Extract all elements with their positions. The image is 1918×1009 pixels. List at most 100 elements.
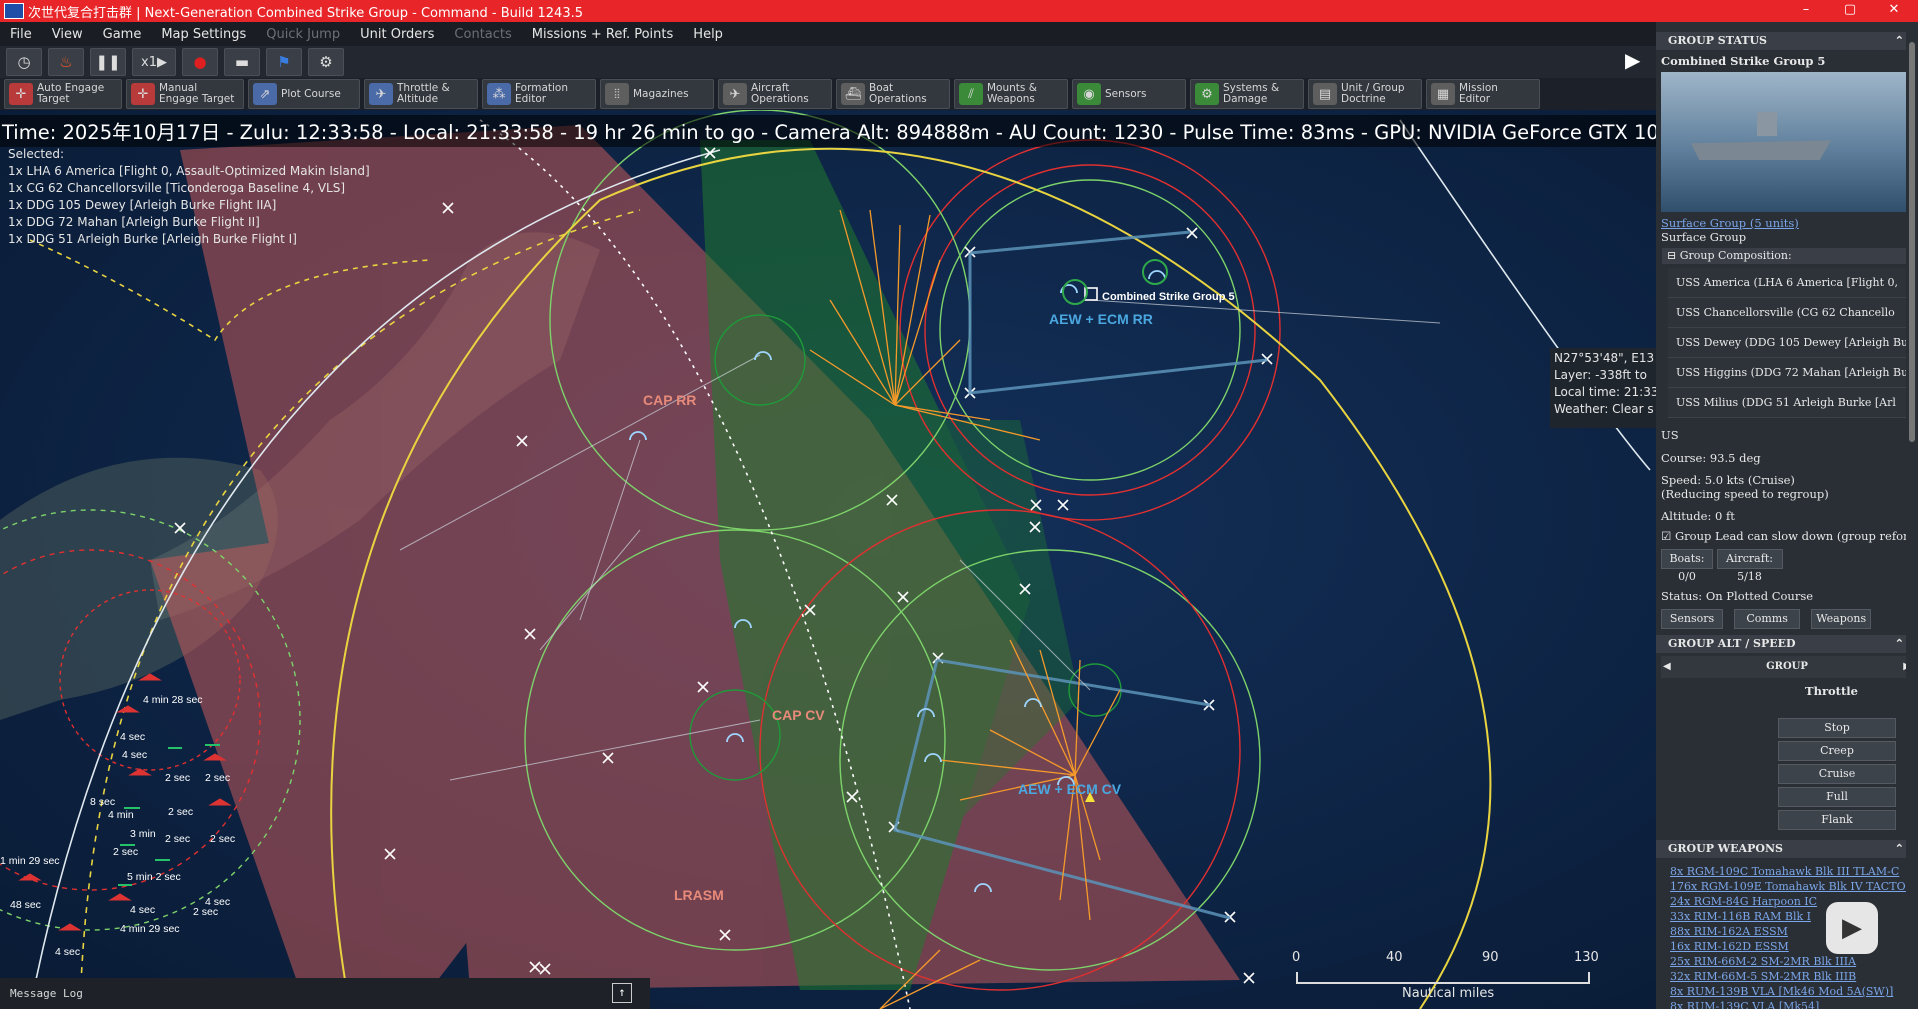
throttle-cruise-button[interactable]: Cruise bbox=[1778, 764, 1896, 784]
aircraft-count[interactable]: Aircraft: 5/18 bbox=[1716, 549, 1783, 583]
magazines-button[interactable]: ⦙⦙ Magazines bbox=[600, 79, 714, 109]
doctrine-button[interactable]: ▤ Unit / Group Doctrine bbox=[1308, 79, 1422, 109]
composition-title: Group Composition: bbox=[1679, 249, 1792, 262]
crosshair-icon: ✛ bbox=[9, 83, 33, 105]
weapon-item[interactable]: 176x RGM-109E Tomahawk Blk IV TACTOM bbox=[1656, 879, 1918, 894]
manual-engage-button[interactable]: ✛ Manual Engage Target bbox=[126, 79, 244, 109]
boat-operations-button[interactable]: ⛴ Boat Operations bbox=[836, 79, 950, 109]
group-weapons-header[interactable]: GROUP WEAPONS ⌃ bbox=[1656, 840, 1918, 858]
weapons-tab[interactable]: Weapons bbox=[1811, 609, 1872, 629]
throttle-altitude-button[interactable]: ✈ Throttle & Altitude bbox=[364, 79, 478, 109]
collapse-icon[interactable]: ⌃ bbox=[1895, 840, 1904, 858]
selected-unit: 1x LHA 6 America [Flight 0, Assault-Opti… bbox=[8, 164, 370, 178]
collapse-box-icon[interactable]: ⊟ bbox=[1667, 249, 1676, 262]
composition-item[interactable]: USS America (LHA 6 America [Flight 0, bbox=[1668, 268, 1908, 298]
doctrine-label: Unit / Group Doctrine bbox=[1341, 82, 1405, 105]
mission-editor-button[interactable]: ▦ Mission Editor bbox=[1426, 79, 1540, 109]
collapse-icon[interactable]: ⌃ bbox=[1895, 32, 1904, 50]
plot-course-button[interactable]: ⇗ Plot Course bbox=[248, 79, 360, 109]
panel-scrollbar[interactable] bbox=[1906, 22, 1918, 1009]
record-button[interactable]: ● bbox=[182, 48, 218, 76]
menu-game[interactable]: Game bbox=[93, 27, 152, 42]
weapon-item[interactable]: 88x RIM-162A ESSM bbox=[1656, 924, 1918, 939]
systems-damage-button[interactable]: ⚙ Systems & Damage bbox=[1190, 79, 1304, 109]
menu-file[interactable]: File bbox=[0, 27, 42, 42]
weapon-item[interactable]: 8x RUM-139C VLA [Mk54] bbox=[1656, 999, 1918, 1009]
settings-button[interactable]: ⚙ bbox=[308, 48, 344, 76]
mounts-weapons-button[interactable]: ⫽ Mounts & Weapons bbox=[954, 79, 1068, 109]
svg-text:5 min 2 sec: 5 min 2 sec bbox=[127, 871, 181, 883]
systems-icon: ⚙ bbox=[1195, 83, 1219, 105]
throttle-creep-button[interactable]: Creep bbox=[1778, 741, 1896, 761]
formation-icon: ⁂ bbox=[487, 83, 511, 105]
group-status-header[interactable]: GROUP STATUS ⌃ bbox=[1656, 32, 1918, 50]
close-button[interactable]: ✕ bbox=[1874, 0, 1914, 22]
comms-tab[interactable]: Comms bbox=[1734, 609, 1801, 629]
doctrine-icon: ▤ bbox=[1313, 83, 1337, 105]
menu-missions[interactable]: Missions + Ref. Points bbox=[522, 27, 684, 42]
group-lead-option[interactable]: ☑ Group Lead can slow down (group refor bbox=[1656, 523, 1918, 543]
counts-row: Boats: 0/0 Aircraft: 5/18 bbox=[1656, 543, 1918, 583]
scrollbar-thumb[interactable] bbox=[1909, 42, 1915, 442]
group-link[interactable]: Surface Group (5 units) bbox=[1656, 212, 1918, 230]
speed-button[interactable]: x1 ▶ bbox=[132, 48, 176, 76]
svg-text:4 min: 4 min bbox=[108, 809, 134, 821]
flag-button[interactable]: ⚑ bbox=[266, 48, 302, 76]
mounts-icon: ⫽ bbox=[959, 83, 983, 105]
mounts-label: Mounts & Weapons bbox=[987, 82, 1037, 105]
sensors-tab[interactable]: Sensors bbox=[1661, 609, 1723, 629]
svg-text:2 sec: 2 sec bbox=[113, 846, 138, 858]
group-image bbox=[1661, 72, 1913, 212]
menu-unit-orders[interactable]: Unit Orders bbox=[350, 27, 444, 42]
menu-map-settings[interactable]: Map Settings bbox=[151, 27, 256, 42]
auto-engage-button[interactable]: ✛ Auto Engage Target bbox=[4, 79, 122, 109]
throttle-icon: ✈ bbox=[369, 83, 393, 105]
cap-cv-label: CAP CV bbox=[772, 707, 825, 723]
menu-quick-jump[interactable]: Quick Jump bbox=[256, 27, 350, 42]
collapse-panel-arrow-icon[interactable]: ▶ bbox=[1625, 48, 1647, 72]
sensor-icon: ◉ bbox=[1077, 83, 1101, 105]
menu-help[interactable]: Help bbox=[683, 27, 733, 42]
weapon-item[interactable]: 24x RGM-84G Harpoon IC bbox=[1656, 894, 1918, 909]
manual-engage-label: Manual Engage Target bbox=[159, 82, 235, 105]
composition-header[interactable]: ⊟ Group Composition: bbox=[1662, 248, 1912, 264]
collapse-icon[interactable]: ⌃ bbox=[1895, 635, 1904, 653]
fire-icon: ♨ bbox=[59, 53, 73, 71]
composition-item[interactable]: USS Dewey (DDG 105 Dewey [Arleigh Bur bbox=[1668, 328, 1908, 358]
menu-contacts[interactable]: Contacts bbox=[444, 27, 521, 42]
composition-item[interactable]: USS Chancellorsville (CG 62 Chancello bbox=[1668, 298, 1908, 328]
menu-view[interactable]: View bbox=[42, 27, 93, 42]
throttle-flank-button[interactable]: Flank bbox=[1778, 810, 1896, 830]
scale-tick-90: 90 bbox=[1482, 950, 1499, 965]
bridge-button[interactable]: ▬ bbox=[224, 48, 260, 76]
speed-note: (Reducing speed to regroup) bbox=[1661, 487, 1829, 501]
aircraft-operations-button[interactable]: ✈ Aircraft Operations bbox=[718, 79, 832, 109]
throttle-stop-button[interactable]: Stop bbox=[1778, 718, 1896, 738]
pause-button[interactable]: ❚❚ bbox=[90, 48, 126, 76]
composition-item[interactable]: USS Higgins (DDG 72 Mahan [Arleigh Bu bbox=[1668, 358, 1908, 388]
checkbox-checked-icon[interactable]: ☑ bbox=[1661, 529, 1671, 543]
sensors-button[interactable]: ◉ Sensors bbox=[1072, 79, 1186, 109]
maximize-button[interactable]: ▢ bbox=[1830, 0, 1870, 22]
tooltip-local-time: Local time: 21:33 bbox=[1554, 385, 1659, 399]
fire-button[interactable]: ♨ bbox=[48, 48, 84, 76]
weapon-item[interactable]: 8x RUM-139B VLA [Mk46 Mod 5A(SW)] bbox=[1656, 984, 1918, 999]
expand-arrow-icon[interactable]: ↑ bbox=[612, 983, 632, 1003]
message-log-bar[interactable]: Message Log ↑ bbox=[0, 978, 650, 1009]
mission-editor-label: Mission Editor bbox=[1459, 82, 1498, 105]
weapon-item[interactable]: 16x RIM-162D ESSM bbox=[1656, 939, 1918, 954]
video-play-icon[interactable]: ▶ bbox=[1826, 902, 1878, 954]
minimize-button[interactable]: – bbox=[1786, 0, 1826, 22]
weapon-item[interactable]: 32x RIM-66M-5 SM-2MR Blk IIIB bbox=[1656, 969, 1918, 984]
alt-speed-header[interactable]: GROUP ALT / SPEED ⌃ bbox=[1656, 635, 1918, 653]
throttle-full-button[interactable]: Full bbox=[1778, 787, 1896, 807]
formation-editor-button[interactable]: ⁂ Formation Editor bbox=[482, 79, 596, 109]
group-status-title: GROUP STATUS bbox=[1668, 34, 1767, 47]
boat-icon: ⛴ bbox=[841, 83, 865, 105]
clock-button[interactable]: ◷ bbox=[6, 48, 42, 76]
chevron-left-icon[interactable]: ◀ bbox=[1663, 656, 1671, 678]
weapon-item[interactable]: 33x RIM-116B RAM Blk I bbox=[1656, 909, 1918, 924]
weapon-item[interactable]: 25x RIM-66M-2 SM-2MR Blk IIIA bbox=[1656, 954, 1918, 969]
weapon-item[interactable]: 8x RGM-109C Tomahawk Blk III TLAM-C bbox=[1656, 864, 1918, 879]
composition-item[interactable]: USS Milius (DDG 51 Arleigh Burke [Arl bbox=[1668, 388, 1908, 418]
